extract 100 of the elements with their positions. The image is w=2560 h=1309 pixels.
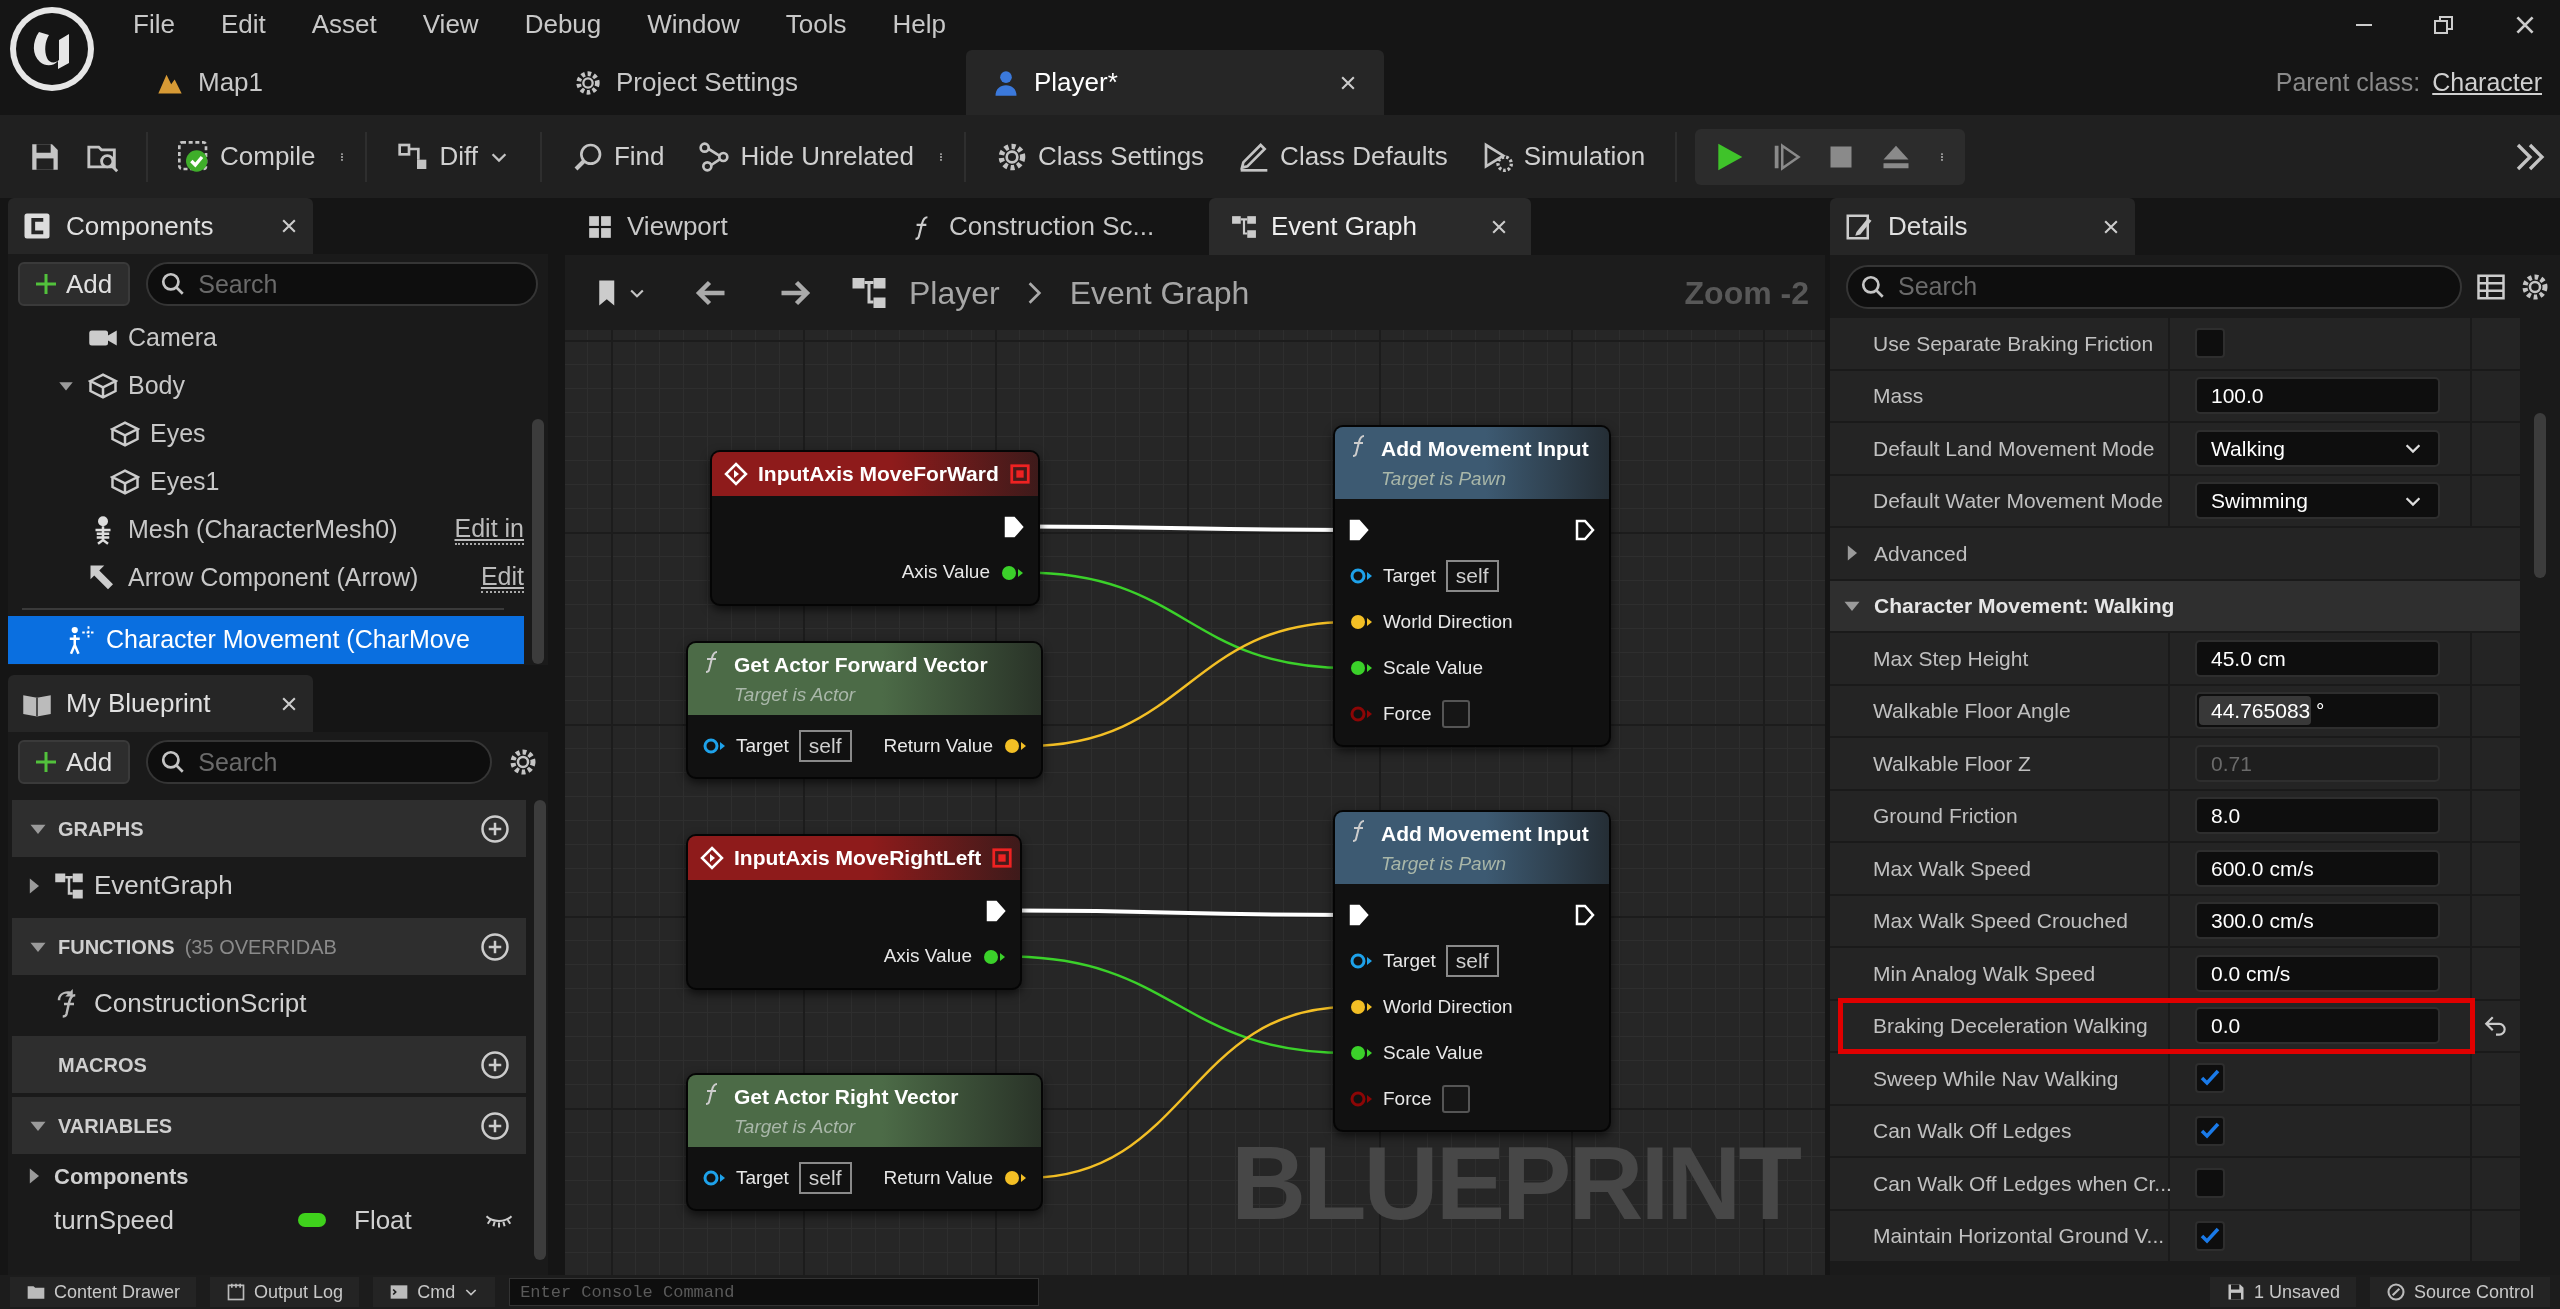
data-pin[interactable] [1349, 1044, 1373, 1062]
data-pin[interactable] [1003, 737, 1027, 755]
number-field[interactable]: 0.0 [2195, 1007, 2440, 1045]
number-field[interactable]: 44.765083 ° [2195, 692, 2440, 730]
breadcrumb-link[interactable]: Player [909, 268, 1000, 317]
add-circle-icon[interactable] [480, 931, 510, 962]
tree-item[interactable]: Body [8, 361, 524, 410]
document-tab[interactable]: Map1 [130, 50, 548, 115]
dropdown[interactable]: Walking [2195, 429, 2440, 467]
list-item[interactable]: Components [12, 1154, 526, 1198]
source-control-button[interactable]: Source Control [2369, 1277, 2550, 1307]
tree-item[interactable]: Mesh (CharacterMesh0) Edit in [8, 505, 524, 554]
console-input[interactable]: Enter Console Command [509, 1278, 1040, 1306]
data-pin[interactable] [1349, 998, 1373, 1016]
parent-class-link[interactable]: Character [2432, 63, 2542, 102]
data-pin[interactable] [982, 947, 1006, 966]
add-circle-icon[interactable] [480, 813, 510, 844]
add-circle-icon[interactable] [480, 1049, 510, 1080]
class-defaults-button[interactable]: Class Defaults [1226, 131, 1460, 182]
checkbox[interactable] [2195, 1063, 2225, 1094]
menu-item[interactable]: Asset [288, 9, 400, 41]
number-field[interactable]: 45.0 cm [2195, 639, 2440, 677]
pin-default-field[interactable]: self [798, 730, 852, 762]
data-pin[interactable] [1349, 613, 1373, 631]
blueprint-node[interactable]: Get Actor Right Vector Target is Actor Target self Return Value [686, 1073, 1043, 1211]
number-field[interactable]: 100.0 [2195, 377, 2440, 415]
checkbox[interactable] [2195, 1115, 2225, 1146]
tree-item[interactable]: Eyes [8, 409, 524, 458]
panel-tab[interactable]: Components [8, 198, 313, 255]
pin-default-field[interactable]: self [1445, 560, 1499, 592]
settings-icon[interactable] [508, 747, 538, 777]
list-item[interactable]: ConstructionScript [12, 975, 526, 1032]
content-drawer-button[interactable]: Content Drawer [10, 1277, 197, 1307]
data-pin[interactable] [1349, 952, 1373, 970]
add-button[interactable]: Add [18, 262, 131, 307]
exec-pin[interactable] [1575, 519, 1595, 541]
category-row[interactable]: Advanced [1830, 528, 2520, 581]
data-pin[interactable] [1000, 563, 1024, 582]
menu-item[interactable]: Help [869, 9, 969, 41]
scrollbar[interactable] [534, 800, 546, 1260]
pin-default-field[interactable]: self [1445, 945, 1499, 977]
delegate-pin-icon[interactable] [1008, 462, 1031, 485]
class-settings-button[interactable]: Class Settings [983, 131, 1217, 182]
editor-tab[interactable]: Event Graph [1209, 198, 1531, 255]
checkbox[interactable] [2195, 1168, 2225, 1199]
menu-item[interactable]: Tools [762, 9, 870, 41]
blueprint-node[interactable]: Add Movement Input Target is Pawn Target self World Direction Scale Value Force [1333, 810, 1611, 1132]
unsaved-button[interactable]: 1 Unsaved [2209, 1277, 2356, 1307]
find-button[interactable]: Find [559, 131, 677, 182]
edit-link[interactable]: Edit [480, 563, 524, 593]
document-tab[interactable]: Project Settings [548, 50, 966, 115]
exec-pin[interactable] [1349, 904, 1369, 926]
checkbox[interactable] [2195, 1220, 2225, 1251]
data-pin[interactable] [1003, 1169, 1027, 1187]
category-row[interactable]: Character Movement: Walking [1830, 580, 2520, 633]
restore-icon[interactable] [2432, 13, 2456, 37]
number-field[interactable]: 300.0 cm/s [2195, 902, 2440, 940]
number-field[interactable]: 600.0 cm/s [2195, 849, 2440, 887]
list-item[interactable]: EventGraph [12, 857, 526, 914]
editor-tab[interactable]: Viewport [565, 198, 887, 255]
exec-pin[interactable] [1575, 904, 1595, 926]
pin-default-field[interactable]: self [798, 1162, 852, 1194]
tree-item[interactable]: Camera [8, 313, 524, 362]
data-pin[interactable] [1349, 567, 1373, 585]
search-field[interactable]: Search [146, 262, 538, 307]
data-pin[interactable] [702, 1169, 726, 1187]
editor-tab[interactable]: Construction Sc... [887, 198, 1209, 255]
add-button[interactable]: Add [18, 740, 131, 784]
menu-item[interactable]: Edit [197, 9, 289, 41]
search-field[interactable]: Search [1846, 264, 2462, 309]
dropdown[interactable]: Swimming [2195, 482, 2440, 520]
blueprint-node[interactable]: InputAxis MoveRightLeft Axis Value [686, 834, 1022, 990]
blueprint-node[interactable]: InputAxis MoveForWard Axis Value [710, 450, 1040, 606]
number-field[interactable]: 8.0 [2195, 797, 2440, 835]
list-item[interactable]: turnSpeed Float [12, 1198, 526, 1242]
data-pin[interactable] [1349, 659, 1373, 677]
blueprint-node[interactable]: Add Movement Input Target is Pawn Target self World Direction Scale Value Force [1333, 425, 1611, 747]
exec-pin[interactable] [1004, 515, 1024, 538]
panel-tab[interactable]: Details [1830, 198, 2135, 255]
blueprint-node[interactable]: Get Actor Forward Vector Target is Actor Target self Return Value [686, 641, 1043, 779]
exec-pin[interactable] [1349, 519, 1369, 541]
slider-fill[interactable] [2199, 696, 2311, 726]
number-field[interactable]: 0.0 cm/s [2195, 954, 2440, 992]
cmd-button[interactable]: Cmd [373, 1277, 496, 1307]
section-header[interactable]: GRAPHS [12, 800, 526, 857]
hide-unrelated-button[interactable]: Hide Unrelated [686, 131, 926, 182]
exec-pin[interactable] [986, 899, 1006, 922]
menu-item[interactable]: Debug [501, 9, 625, 41]
menu-item[interactable]: View [399, 9, 502, 41]
compile-button[interactable]: Compile [166, 131, 328, 182]
document-tab[interactable]: Player* [966, 50, 1384, 115]
diff-button[interactable]: Diff [385, 131, 522, 182]
menu-item[interactable]: Window [624, 9, 763, 41]
scrollbar[interactable] [532, 418, 544, 664]
section-header[interactable]: FUNCTIONS (35 OVERRIDAB [12, 918, 526, 975]
edit-link[interactable]: Edit in [454, 515, 524, 545]
panel-tab[interactable]: My Blueprint [8, 675, 313, 732]
add-circle-icon[interactable] [480, 1110, 510, 1141]
output-log-button[interactable]: Output Log [210, 1277, 360, 1307]
section-header[interactable]: VARIABLES [12, 1097, 526, 1154]
